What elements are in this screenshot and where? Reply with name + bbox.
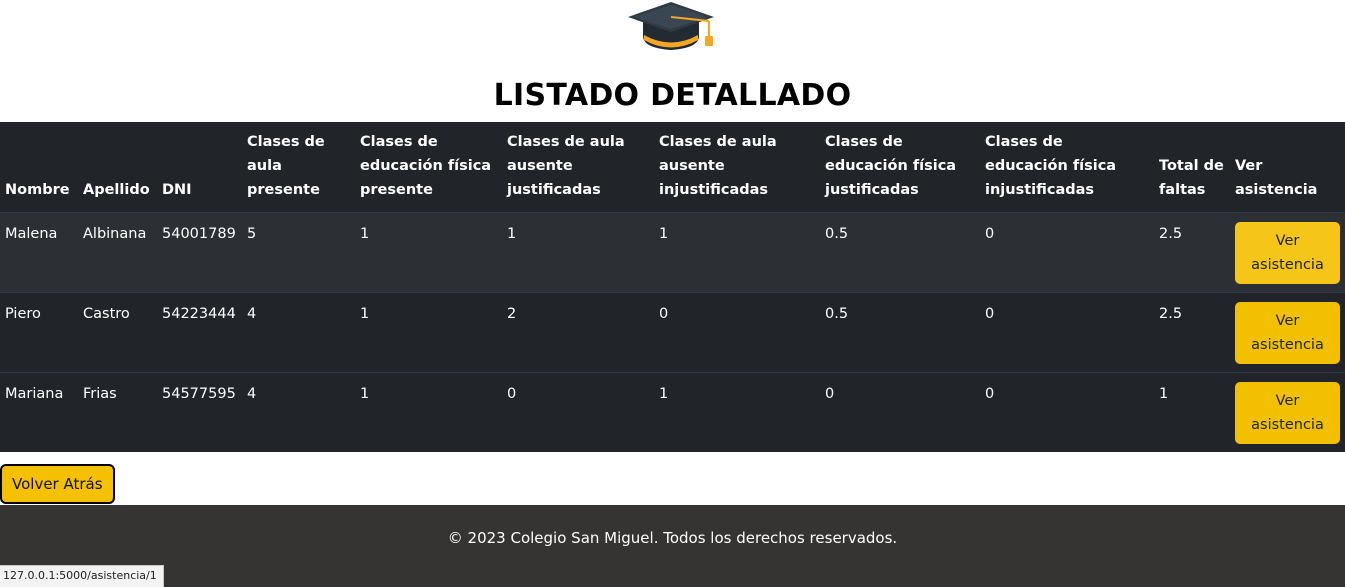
cell-aula-ausente-injustificadas: 1 — [654, 372, 820, 452]
column-header-aula-ausente-justificadas: Clases de aula ausente justificadas — [502, 122, 654, 213]
cell-apellido: Frias — [78, 372, 157, 452]
cell-ef-justificadas: 0 — [820, 372, 980, 452]
cell-nombre: Piero — [0, 292, 78, 373]
table-row: Malena Albinana 54001789 5 1 1 1 0.5 0 2… — [0, 212, 1345, 293]
cell-total-faltas: 2.5 — [1154, 292, 1230, 373]
cell-aula-presente: 5 — [242, 212, 355, 293]
cell-dni: 54577595 — [157, 372, 242, 452]
cell-ef-presente: 1 — [355, 292, 502, 373]
cell-ef-injustificadas: 0 — [980, 212, 1154, 293]
graduation-cap-icon — [628, 2, 714, 50]
cell-action: Ver asistencia — [1230, 292, 1345, 373]
column-header-ef-presente: Clases de educación física presente — [355, 122, 502, 213]
cell-dni: 54223444 — [157, 292, 242, 373]
table-row: Piero Castro 54223444 4 1 2 0 0.5 0 2.5 … — [0, 292, 1345, 373]
cell-action: Ver asistencia — [1230, 212, 1345, 293]
cell-dni: 54001789 — [157, 212, 242, 293]
cell-ef-injustificadas: 0 — [980, 372, 1154, 452]
column-header-aula-ausente-injustificadas: Clases de aula ausente injustificadas — [654, 122, 820, 213]
cell-ef-presente: 1 — [355, 212, 502, 293]
status-bar-url: 127.0.0.1:5000/asistencia/1 — [0, 565, 164, 587]
cell-aula-presente: 4 — [242, 372, 355, 452]
cell-apellido: Castro — [78, 292, 157, 373]
cell-aula-ausente-injustificadas: 1 — [654, 212, 820, 293]
cell-apellido: Albinana — [78, 212, 157, 293]
cell-aula-ausente-justificadas: 0 — [502, 372, 654, 452]
ver-asistencia-button[interactable]: Ver asistencia — [1235, 382, 1340, 444]
ver-asistencia-button[interactable]: Ver asistencia — [1235, 222, 1340, 284]
cell-ef-justificadas: 0.5 — [820, 292, 980, 373]
cell-nombre: Malena — [0, 212, 78, 293]
footer-copyright: © 2023 Colegio San Miguel. Todos los der… — [447, 529, 898, 547]
ver-asistencia-button[interactable]: Ver asistencia — [1235, 302, 1340, 364]
table-row: Mariana Frias 54577595 4 1 0 1 0 0 1 Ver… — [0, 372, 1345, 452]
column-header-total-faltas: Total de faltas — [1154, 122, 1230, 213]
column-header-dni: DNI — [157, 122, 242, 213]
cell-nombre: Mariana — [0, 372, 78, 452]
cell-action: Ver asistencia — [1230, 372, 1345, 452]
cell-aula-ausente-justificadas: 1 — [502, 212, 654, 293]
column-header-aula-presente: Clases de aula presente — [242, 122, 355, 213]
attendance-table: Nombre Apellido DNI Clases de aula prese… — [0, 122, 1345, 452]
column-header-apellido: Apellido — [78, 122, 157, 213]
column-header-nombre: Nombre — [0, 122, 78, 213]
table-header-row: Nombre Apellido DNI Clases de aula prese… — [0, 122, 1345, 213]
column-header-ver-asistencia: Ver asistencia — [1230, 122, 1345, 213]
cell-aula-ausente-justificadas: 2 — [502, 292, 654, 373]
column-header-ef-injustificadas: Clases de educación física injustificada… — [980, 122, 1154, 213]
cell-ef-injustificadas: 0 — [980, 292, 1154, 373]
cell-ef-justificadas: 0.5 — [820, 212, 980, 293]
footer: © 2023 Colegio San Miguel. Todos los der… — [0, 505, 1345, 587]
page-title: LISTADO DETALLADO — [493, 78, 852, 113]
cell-aula-ausente-injustificadas: 0 — [654, 292, 820, 373]
column-header-ef-justificadas: Clases de educación física justificadas — [820, 122, 980, 213]
cell-ef-presente: 1 — [355, 372, 502, 452]
cell-total-faltas: 2.5 — [1154, 212, 1230, 293]
cell-total-faltas: 1 — [1154, 372, 1230, 452]
back-button[interactable]: Volver Atrás — [0, 464, 115, 504]
cell-aula-presente: 4 — [242, 292, 355, 373]
